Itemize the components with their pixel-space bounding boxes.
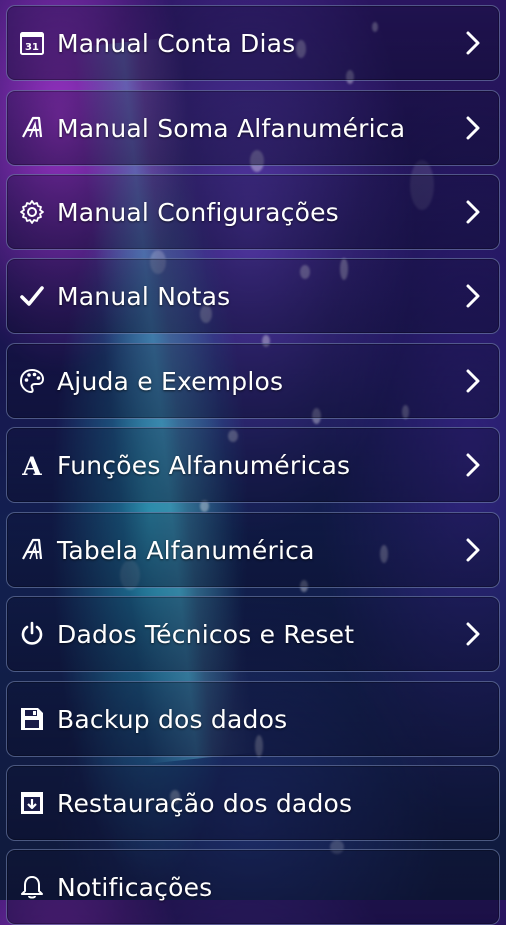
svg-text:A: A [21, 452, 42, 478]
menu-item-label: Manual Conta Dias [57, 28, 296, 58]
menu-item-label: Restauração dos dados [57, 788, 353, 818]
chevron-right-icon [463, 198, 483, 226]
chevron-right-icon [463, 451, 483, 479]
bell-icon [19, 874, 45, 900]
chevron-right-icon [463, 620, 483, 648]
alpha-a-logo-icon [19, 537, 45, 563]
menu-item-backup-dos-dados[interactable]: Backup dos dados [6, 681, 500, 757]
palette-icon [19, 368, 45, 394]
menu-item-label: Manual Soma Alfanumérica [57, 113, 406, 143]
checkmark-icon [19, 283, 45, 309]
menu-item-notificacoes[interactable]: Notificações [6, 849, 500, 925]
menu-item-label: Backup dos dados [57, 704, 288, 734]
chevron-right-icon [463, 29, 483, 57]
svg-text:31: 31 [25, 42, 39, 53]
alpha-a-logo-icon [19, 115, 45, 141]
menu-item-label: Manual Configurações [57, 197, 339, 227]
menu-item-label: Notificações [57, 872, 213, 902]
chevron-right-icon [463, 367, 483, 395]
menu-item-label: Dados Técnicos e Reset [57, 619, 355, 649]
menu-item-label: Manual Notas [57, 281, 231, 311]
menu-item-manual-soma-alfanumerica[interactable]: Manual Soma Alfanumérica [6, 90, 500, 166]
chevron-right-icon [463, 282, 483, 310]
calendar-31-icon: 31 [19, 30, 45, 56]
menu-item-label: Ajuda e Exemplos [57, 366, 284, 396]
menu-item-label: Tabela Alfanumérica [57, 535, 315, 565]
menu-item-tabela-alfanumerica[interactable]: Tabela Alfanumérica [6, 512, 500, 588]
menu-item-ajuda-e-exemplos[interactable]: Ajuda e Exemplos [6, 343, 500, 419]
chevron-right-icon [463, 114, 483, 142]
serif-a-icon: A [19, 452, 45, 478]
download-box-icon [19, 790, 45, 816]
menu-item-manual-conta-dias[interactable]: 31 Manual Conta Dias [6, 5, 500, 81]
help-menu-list: 31 Manual Conta Dias Manual Soma Alfanum… [0, 0, 506, 925]
menu-item-restauracao-dos-dados[interactable]: Restauração dos dados [6, 765, 500, 841]
save-disk-icon [19, 706, 45, 732]
menu-item-funcoes-alfanumericas[interactable]: A Funções Alfanuméricas [6, 427, 500, 503]
menu-item-manual-configuracoes[interactable]: Manual Configurações [6, 174, 500, 250]
chevron-right-icon [463, 536, 483, 564]
menu-item-dados-tecnicos-e-reset[interactable]: Dados Técnicos e Reset [6, 596, 500, 672]
power-icon [19, 621, 45, 647]
menu-item-manual-notas[interactable]: Manual Notas [6, 258, 500, 334]
menu-item-label: Funções Alfanuméricas [57, 450, 351, 480]
gear-icon [19, 199, 45, 225]
